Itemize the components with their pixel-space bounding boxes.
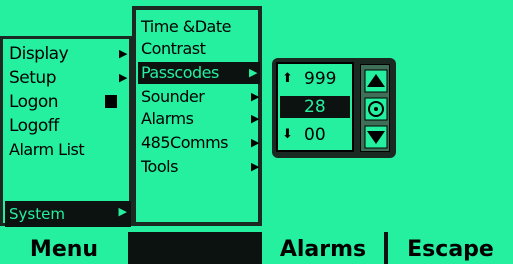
softkey-blank[interactable]: [132, 232, 258, 264]
softkey-alarms[interactable]: Alarms: [262, 232, 384, 264]
decrement-button[interactable]: [364, 125, 388, 149]
main-menu-item-label: Logoff: [9, 116, 59, 136]
system-item-label: 485Comms: [141, 133, 229, 152]
passcode-editor: ⬆ 999 28 ⬇ 00: [272, 58, 396, 158]
system-item-label: Passcodes: [141, 63, 219, 82]
value-scroll-rail: [360, 64, 390, 152]
main-menu-panel: Display ▶ Setup ▶ Logon Logoff Alarm Lis…: [3, 39, 131, 227]
main-menu-item-logon[interactable]: Logon: [9, 91, 127, 113]
submenu-arrow-icon: ▶: [118, 205, 127, 218]
system-item-485comms[interactable]: 485Comms ▶: [141, 132, 259, 154]
submenu-arrow-icon: ▶: [251, 136, 259, 149]
main-menu-item-label: Setup: [9, 68, 56, 88]
dial-icon: [364, 97, 388, 121]
softkey-menu[interactable]: Menu: [0, 232, 128, 264]
chevron-up-icon: [364, 69, 388, 93]
softkey-label: Escape: [407, 237, 494, 262]
system-item-label: Contrast: [141, 39, 206, 58]
system-item-sounder[interactable]: Sounder ▶: [141, 86, 259, 108]
softkey-label: Menu: [29, 237, 99, 262]
system-submenu: Time &Date Contrast Passcodes ▶ Sounder …: [132, 6, 262, 226]
passcode-lower-row: ⬇ 00: [280, 124, 350, 146]
chevron-down-icon: [364, 125, 388, 149]
main-menu-item-alarm-list[interactable]: Alarm List: [9, 139, 127, 161]
submenu-arrow-icon: ▶: [251, 112, 259, 125]
main-menu-item-display[interactable]: Display ▶: [9, 43, 127, 65]
submenu-arrow-icon: ▶: [251, 160, 259, 173]
system-submenu-panel: Time &Date Contrast Passcodes ▶ Sounder …: [136, 10, 260, 222]
arrow-down-icon: ⬇: [282, 127, 293, 142]
increment-button[interactable]: [364, 69, 388, 93]
submenu-arrow-icon: ▶: [249, 66, 257, 79]
softkey-bar: Menu Alarms Escape: [0, 232, 513, 264]
system-item-tools[interactable]: Tools ▶: [141, 156, 259, 178]
system-item-contrast[interactable]: Contrast: [141, 38, 259, 60]
passcode-upper-value: 999: [304, 69, 337, 89]
submenu-arrow-icon: ▶: [119, 47, 127, 60]
passcode-lower-value: 00: [304, 125, 326, 145]
passcode-upper-row: ⬆ 999: [280, 68, 350, 90]
main-menu-item-label: Display: [9, 44, 69, 64]
logon-status-square-icon: [105, 95, 117, 108]
lcd-screen: Display ▶ Setup ▶ Logon Logoff Alarm Lis…: [0, 0, 513, 264]
arrow-up-icon: ⬆: [282, 71, 293, 86]
main-menu-item-label: Alarm List: [9, 140, 85, 159]
main-menu: Display ▶ Setup ▶ Logon Logoff Alarm Lis…: [0, 36, 132, 227]
system-item-label: Tools: [141, 157, 178, 176]
main-menu-item-system[interactable]: System ▶: [5, 201, 131, 227]
submenu-arrow-icon: ▶: [119, 71, 127, 84]
system-item-time-date[interactable]: Time &Date: [141, 16, 259, 38]
softkey-label: Alarms: [279, 237, 367, 262]
main-menu-item-logoff[interactable]: Logoff: [9, 115, 127, 137]
main-menu-item-label: Logon: [9, 92, 59, 112]
confirm-button[interactable]: [364, 97, 388, 121]
passcode-current-value: 28: [304, 97, 326, 117]
passcode-value-panel: ⬆ 999 28 ⬇ 00: [276, 62, 354, 152]
main-menu-item-setup[interactable]: Setup ▶: [9, 67, 127, 89]
system-item-label: Alarms: [141, 109, 194, 128]
system-item-label: Time &Date: [141, 17, 231, 36]
main-menu-selected-label: System: [9, 205, 65, 223]
system-item-alarms[interactable]: Alarms ▶: [141, 108, 259, 130]
softkey-escape[interactable]: Escape: [388, 232, 513, 264]
system-item-passcodes[interactable]: Passcodes ▶: [138, 62, 260, 84]
system-item-label: Sounder: [141, 87, 205, 106]
passcode-current-row[interactable]: 28: [280, 96, 350, 118]
submenu-arrow-icon: ▶: [251, 90, 259, 103]
